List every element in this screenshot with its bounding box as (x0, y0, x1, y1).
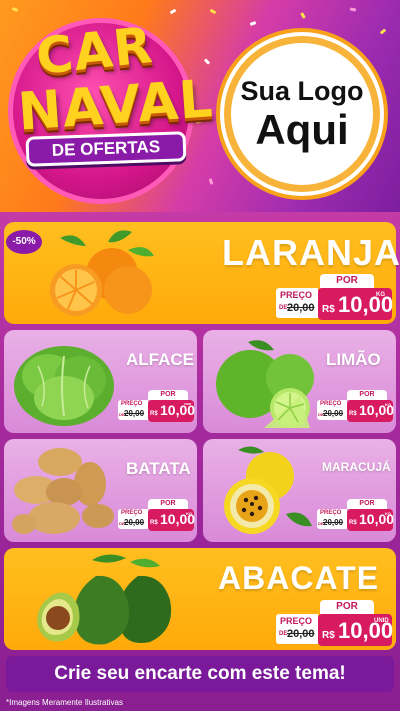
passion-fruit-image (224, 446, 312, 534)
orange-fruit-image (50, 230, 154, 316)
confetti (208, 178, 214, 185)
old-price: 20,00 (287, 302, 315, 314)
por-label: POR (320, 600, 374, 614)
por-label: POR (148, 390, 188, 400)
por-label: POR (347, 499, 387, 509)
product-name-batata: BATATA (126, 459, 191, 478)
product-name-maracuja: MARACUJÁ (322, 460, 391, 474)
price-tag-limao: POR PREÇO DE 20,00 R$ 10,00 KG (317, 390, 394, 422)
price-tag-laranja: POR PREÇO DE 20,00 R$ 10,00 KG (276, 274, 393, 320)
currency: R$ (150, 411, 158, 417)
logo-text-line2: Aqui (255, 105, 349, 153)
currency: R$ (349, 520, 357, 526)
preco-label: PREÇO (280, 616, 313, 626)
confetti (169, 8, 177, 15)
preco-label: PREÇO (280, 290, 313, 300)
preco-label: PREÇO (121, 401, 143, 407)
por-label: POR (148, 499, 188, 509)
old-price: 20,00 (124, 518, 145, 527)
product-name-laranja: LARANJA (222, 232, 400, 273)
preco-label: PREÇO (121, 510, 143, 516)
preco-label: PREÇO (320, 510, 342, 516)
old-price: 20,00 (124, 409, 145, 418)
currency: R$ (322, 630, 335, 641)
old-price: 20,00 (323, 409, 344, 418)
logo-placeholder[interactable]: Sua Logo Aqui (224, 36, 380, 192)
confetti (11, 7, 19, 12)
preco-label: PREÇO (320, 401, 342, 407)
old-price: 20,00 (323, 518, 344, 527)
avocado-image (37, 554, 172, 645)
price-tag-alface: POR PREÇO DE 20,00 R$ 10,00 UNID (118, 390, 195, 422)
cta-banner[interactable]: Crie seu encarte com este tema! (6, 656, 394, 692)
header-banner: CAR NAVAL DE OFERTAS Sua Logo Aqui (0, 0, 400, 212)
confetti (203, 58, 211, 65)
price-tag-batata: POR PREÇO DE 20,00 R$ 10,00 KG (118, 499, 195, 531)
currency: R$ (322, 304, 335, 315)
old-price: 20,00 (287, 628, 315, 640)
potato-image (12, 448, 114, 534)
product-name-limao: LIMÃO (326, 350, 381, 369)
confetti (349, 7, 357, 12)
price-unit: KG (385, 402, 391, 407)
currency: R$ (349, 411, 357, 417)
currency: R$ (150, 520, 158, 526)
disclaimer-footnote: *Imagens Meramente Ilustrativas (6, 698, 123, 707)
price-unit: KG (376, 292, 385, 298)
price-unit: KG (186, 511, 192, 516)
product-name-abacate: ABACATE (218, 560, 380, 596)
badge-ribbon: DE OFERTAS (25, 131, 187, 167)
discount-badge: -50% (6, 230, 42, 254)
price-unit: UNID (184, 402, 192, 406)
lettuce-image (14, 346, 114, 426)
confetti (249, 21, 257, 26)
price-tag-maracuja: POR PREÇO DE 20,00 R$ 10,00 KG (317, 499, 394, 531)
confetti (300, 12, 306, 19)
por-label: POR (347, 390, 387, 400)
product-name-alface: ALFACE (126, 350, 194, 369)
confetti (379, 28, 387, 35)
logo-text-line1: Sua Logo (240, 75, 364, 106)
por-label: POR (320, 274, 374, 288)
price-unit: KG (385, 511, 391, 516)
price-unit: UNID (374, 618, 389, 624)
price-tag-abacate: POR PREÇO DE 20,00 R$ 10,00 UNID (276, 600, 393, 646)
lime-image (216, 340, 314, 428)
confetti (209, 8, 217, 15)
